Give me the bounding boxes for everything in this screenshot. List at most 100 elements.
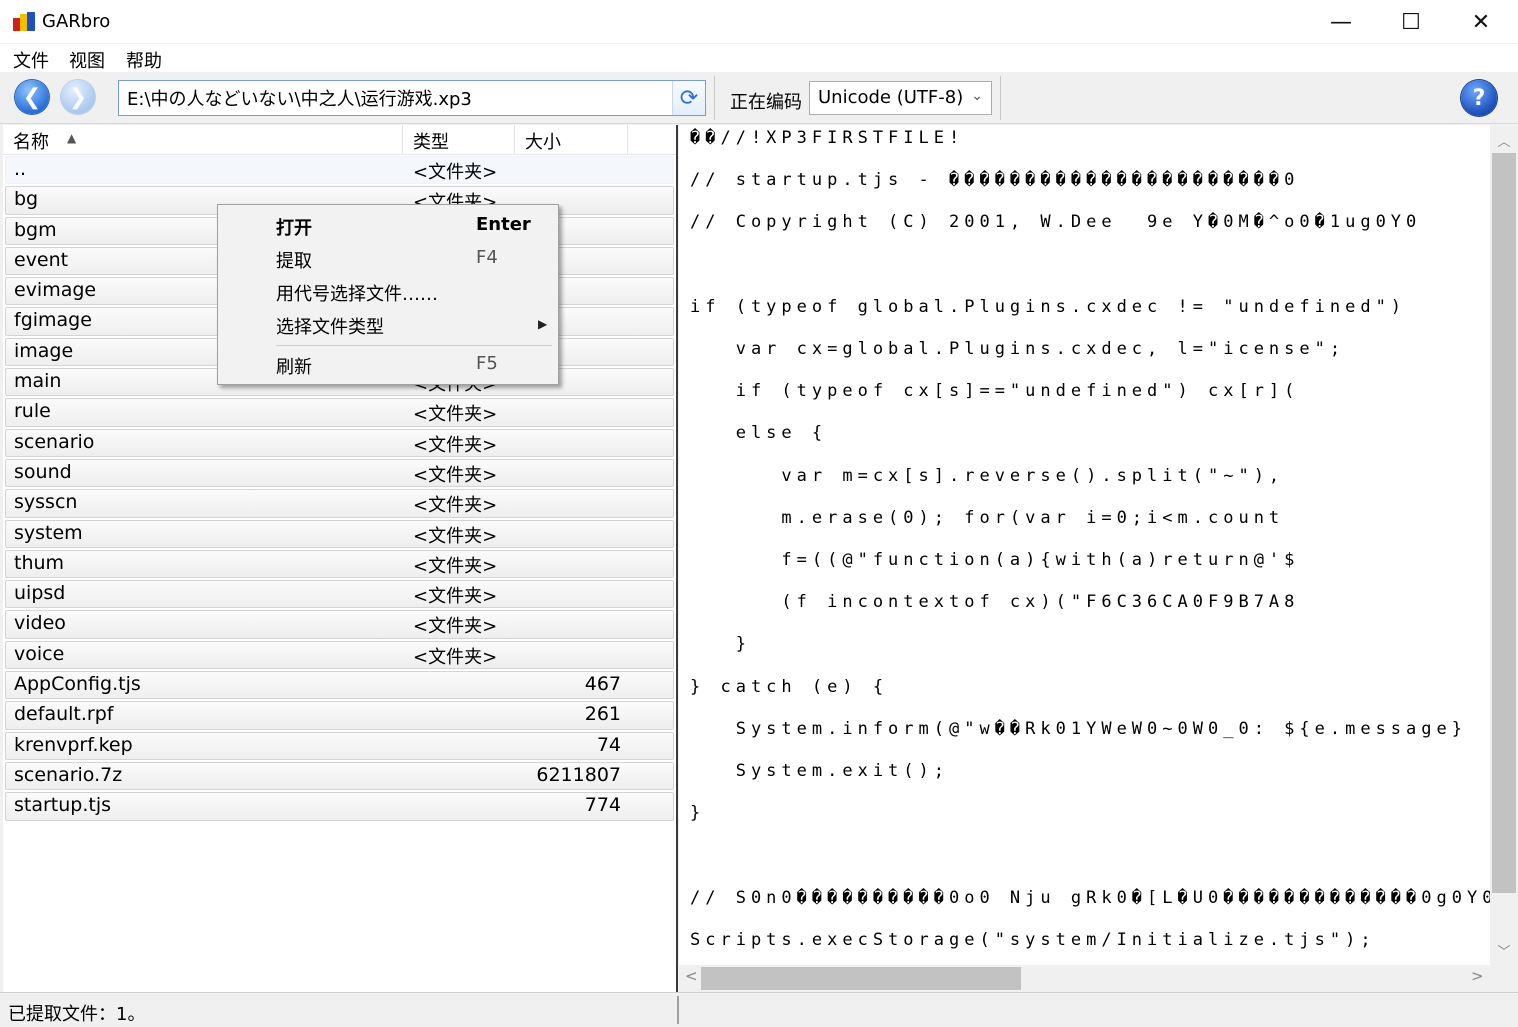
preview-text-line: if (typeof global.Plugins.cxdec != "unde…	[690, 296, 1407, 317]
context-menu-extract[interactable]: 提取 F4	[220, 244, 556, 276]
row-background	[5, 458, 674, 488]
preview-text-line: System.inform(@"w��Rk01YWeW0~0W0_0: ${e.…	[690, 718, 1467, 739]
scrollbar-corner	[1490, 965, 1518, 992]
context-menu-refresh[interactable]: 刷新 F5	[220, 350, 556, 382]
pane-splitter[interactable]	[676, 125, 678, 992]
help-button[interactable]: ?	[1461, 80, 1497, 116]
preview-text-line: (f incontextof cx)("F6C36CA0F9B7A8	[690, 592, 1300, 613]
context-menu-select-by-mask[interactable]: 用代号选择文件……	[220, 277, 556, 309]
row-background	[5, 610, 674, 639]
file-list-row[interactable]: krenvprf.kep 74	[3, 731, 676, 761]
encoding-select[interactable]: Unicode (UTF-8) ⌄	[809, 81, 992, 115]
file-type: <文件夹>	[413, 525, 498, 547]
file-type: <文件夹>	[413, 464, 498, 486]
file-list-row[interactable]: sound <文件夹>	[3, 458, 676, 488]
file-list-row[interactable]: scenario <文件夹>	[3, 428, 676, 458]
file-list-row[interactable]: thum <文件夹>	[3, 549, 676, 579]
scroll-down-icon[interactable]: ﹀	[1490, 941, 1518, 965]
forward-arrow-icon: ❯	[68, 84, 88, 110]
context-menu-label: 用代号选择文件……	[276, 284, 438, 305]
row-background	[5, 519, 674, 548]
file-type: <文件夹>	[413, 555, 498, 577]
menu-bar: 文件 视图 帮助	[0, 44, 1518, 72]
preview-horizontal-scrollbar[interactable]: < >	[679, 965, 1490, 992]
vertical-scroll-thumb[interactable]	[1492, 153, 1516, 893]
file-name: main	[14, 370, 62, 393]
context-menu-label: 选择文件类型	[276, 317, 384, 338]
file-name: uipsd	[14, 582, 66, 605]
context-menu-select-file-type[interactable]: 选择文件类型 ▶	[220, 310, 556, 342]
close-button[interactable]: ✕	[1446, 0, 1516, 44]
back-button[interactable]: ❮	[15, 80, 49, 114]
toolbar: ❮ ❯ ⟳ 正在编码 Unicode (UTF-8) ⌄ ?	[0, 72, 1518, 124]
preview-text-line: // startup.tjs - ����������������������0	[690, 170, 1300, 191]
file-type: <文件夹>	[413, 434, 498, 456]
scroll-up-icon[interactable]: ︿	[1490, 131, 1518, 155]
garbro-app-icon	[13, 12, 35, 32]
window-title: GARbro	[42, 11, 111, 32]
preview-vertical-scrollbar[interactable]: ︿ ﹀	[1490, 125, 1518, 965]
file-size: 6211807	[536, 763, 621, 786]
file-name: system	[14, 521, 83, 544]
context-menu-separator	[276, 345, 552, 346]
menu-view[interactable]: 视图	[69, 47, 105, 73]
file-size: 74	[596, 733, 621, 756]
file-list-row[interactable]: startup.tjs 774	[3, 791, 676, 821]
preview-text-line: // S0n0����������0o0 Nju gRk0�[L�U0�����…	[690, 887, 1490, 908]
menu-file[interactable]: 文件	[13, 47, 49, 73]
column-header-type[interactable]: 类型	[403, 125, 515, 155]
file-list-header: 名称 ▲ 类型 大小	[3, 125, 676, 155]
horizontal-scroll-thumb[interactable]	[701, 967, 1021, 990]
menu-help[interactable]: 帮助	[126, 47, 162, 73]
preview-text-line: f=((@"function(a){with(a)return@'$	[690, 550, 1300, 570]
maximize-button[interactable]: ☐	[1376, 0, 1446, 44]
file-name: evimage	[14, 279, 97, 302]
file-name: image	[14, 339, 74, 362]
chevron-down-icon: ⌄	[971, 88, 983, 104]
text-preview-pane: ��//!XP3FIRSTFILE! // startup.tjs - �����…	[679, 125, 1490, 965]
file-size: 261	[584, 703, 621, 726]
toolbar-separator	[1000, 76, 1001, 120]
file-name: scenario	[14, 430, 95, 453]
file-list-row[interactable]: system <文件夹>	[3, 519, 676, 549]
row-background	[5, 156, 674, 185]
file-type: <文件夹>	[413, 162, 498, 183]
context-menu-open[interactable]: 打开 Enter	[220, 211, 556, 243]
file-name: sound	[14, 460, 72, 483]
file-size: 774	[584, 794, 621, 817]
file-list-row[interactable]: uipsd <文件夹>	[3, 579, 676, 609]
preview-text-line: Scripts.execStorage("system/Initialize.t…	[690, 929, 1376, 950]
row-background	[5, 580, 674, 609]
column-size-label: 大小	[525, 132, 561, 153]
refresh-icon: ⟳	[679, 85, 699, 111]
context-menu-label: 打开	[276, 218, 312, 239]
context-menu-label: 提取	[276, 251, 312, 272]
file-name: event	[14, 248, 69, 271]
column-header-size[interactable]: 大小	[515, 125, 628, 155]
file-list-row[interactable]: rule <文件夹>	[3, 397, 676, 427]
scroll-left-icon[interactable]: <	[685, 967, 698, 985]
status-separator	[677, 996, 679, 1024]
parent-directory-row[interactable]: .. <文件夹>	[3, 155, 676, 185]
path-input[interactable]	[119, 81, 672, 115]
minimize-button[interactable]: —	[1306, 0, 1376, 44]
file-list-row[interactable]: video <文件夹>	[3, 609, 676, 639]
preview-text-line: System.exit();	[690, 761, 949, 781]
file-list-row[interactable]: default.rpf 261	[3, 700, 676, 730]
file-name: startup.tjs	[14, 794, 112, 817]
preview-text-line: if (typeof cx[s]=="undefined") cx[r](	[690, 381, 1300, 402]
column-header-name[interactable]: 名称 ▲	[3, 125, 403, 155]
forward-button[interactable]: ❯	[61, 80, 95, 114]
file-name: sysscn	[14, 491, 78, 514]
file-size: 467	[584, 673, 621, 696]
scroll-right-icon[interactable]: >	[1471, 967, 1484, 985]
refresh-button[interactable]: ⟳	[672, 81, 705, 115]
file-list-row[interactable]: scenario.7z 6211807	[3, 761, 676, 791]
file-list-row[interactable]: voice <文件夹>	[3, 640, 676, 670]
file-list-row[interactable]: sysscn <文件夹>	[3, 488, 676, 518]
file-name: default.rpf	[14, 703, 114, 726]
row-background	[5, 398, 674, 427]
status-bar: 已提取文件：1。	[0, 992, 1518, 1027]
file-list-row[interactable]: AppConfig.tjs 467	[3, 670, 676, 700]
file-type: <文件夹>	[413, 495, 498, 517]
